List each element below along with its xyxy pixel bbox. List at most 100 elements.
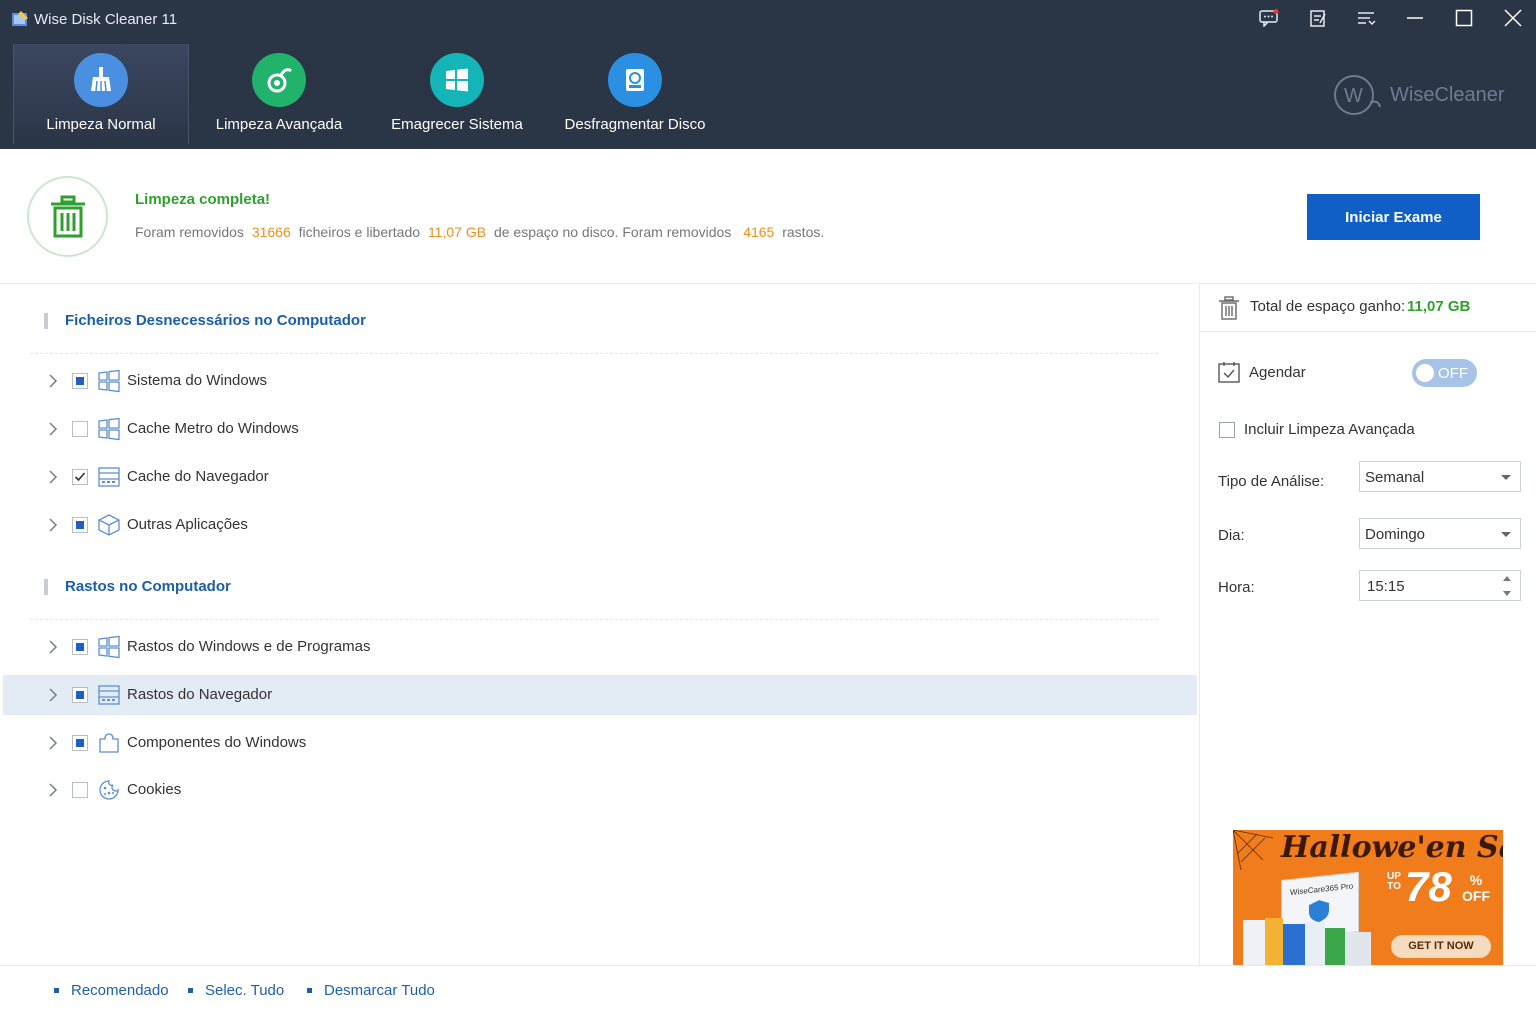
item-label: Cache Metro do Windows — [127, 420, 299, 437]
toggle-state: OFF — [1438, 365, 1468, 382]
windows-icon — [98, 369, 120, 393]
browser-icon — [98, 685, 120, 705]
feedback-button[interactable] — [1251, 5, 1287, 31]
chevron-right-icon[interactable] — [46, 422, 60, 436]
promo-off: % OFF — [1462, 872, 1490, 904]
brand-logo: W WiseCleaner — [1332, 73, 1504, 117]
item-checkbox[interactable] — [72, 735, 88, 751]
checkmark-icon — [74, 472, 86, 482]
item-label: Cache do Navegador — [127, 468, 269, 485]
toggle-knob — [1416, 364, 1434, 382]
dropdown-arrow-icon — [1501, 475, 1511, 480]
options-panel: Total de espaço ganho: 11,07 GB Agendar … — [1199, 285, 1536, 965]
app-icon — [12, 11, 28, 26]
total-space-gained: Total de espaço ganho: 11,07 GB — [1200, 285, 1536, 332]
box-icon — [98, 514, 120, 536]
menu-button[interactable] — [1348, 5, 1384, 31]
trash-icon — [50, 195, 85, 237]
tab-limpeza-normal[interactable]: Limpeza Normal — [13, 44, 189, 144]
summary-text: rastos. — [782, 224, 825, 240]
item-checkbox[interactable] — [72, 469, 88, 485]
select-value: Domingo — [1365, 526, 1426, 543]
files-count: 31666 — [251, 224, 291, 240]
product-name: WiseCare365 Pro — [1290, 881, 1354, 898]
bullet-icon — [307, 988, 312, 993]
list-item[interactable]: Sistema do Windows — [3, 361, 1197, 401]
day-select[interactable]: Domingo — [1359, 518, 1521, 549]
wisecleaner-logo-icon: W — [1334, 75, 1381, 115]
vacuum-icon — [252, 53, 306, 107]
list-item[interactable]: Outras Aplicações — [3, 505, 1197, 545]
item-label: Sistema do Windows — [127, 372, 268, 389]
item-label: Cookies — [127, 781, 182, 798]
item-label: Componentes do Windows — [127, 734, 307, 751]
bullet-icon — [54, 988, 59, 993]
spin-down-icon[interactable] — [1503, 591, 1511, 596]
get-it-now-button[interactable]: GET IT NOW — [1391, 935, 1491, 958]
chevron-right-icon[interactable] — [46, 374, 60, 388]
tab-label: Desfragmentar Disco — [564, 116, 706, 133]
list-item[interactable]: Cookies — [3, 770, 1197, 810]
list-item[interactable]: Rastos do Navegador — [3, 675, 1197, 715]
hour-stepper[interactable]: 15:15 — [1359, 570, 1521, 601]
puzzle-icon — [99, 733, 119, 753]
chevron-right-icon[interactable] — [46, 640, 60, 654]
deselect-all-link[interactable]: Desmarcar Tudo — [307, 982, 435, 999]
item-checkbox[interactable] — [72, 421, 88, 437]
chevron-right-icon[interactable] — [46, 783, 60, 797]
promo-upto: UP TO — [1387, 871, 1401, 892]
schedule-toggle[interactable]: OFF — [1412, 359, 1477, 387]
link-label: Selec. Tudo — [205, 982, 285, 999]
list-item[interactable]: Cache Metro do Windows — [3, 409, 1197, 449]
brand-name: WiseCleaner — [1390, 83, 1505, 106]
divider — [30, 353, 1158, 354]
chevron-right-icon[interactable] — [46, 518, 60, 532]
status-panel: Limpeza completa! Foram removidos 31666 … — [0, 149, 1536, 284]
tab-desfragmentar-disco[interactable]: Desfragmentar Disco — [547, 44, 723, 144]
tab-emagrecer-sistema[interactable]: Emagrecer Sistema — [369, 44, 545, 144]
chevron-right-icon[interactable] — [46, 688, 60, 702]
item-checkbox[interactable] — [72, 782, 88, 798]
section-header: Ficheiros Desnecessários no Computador — [44, 312, 366, 329]
item-checkbox[interactable] — [72, 373, 88, 389]
section-header: Rastos no Computador — [44, 578, 231, 595]
bottom-bar: Recomendado Selec. Tudo Desmarcar Tudo — [0, 965, 1536, 1016]
analysis-type-select[interactable]: Semanal — [1359, 461, 1521, 492]
cookie-icon — [99, 780, 119, 800]
list-item[interactable]: Cache do Navegador — [3, 457, 1197, 497]
select-value: Semanal — [1365, 469, 1425, 486]
windows-icon — [98, 635, 120, 659]
select-all-link[interactable]: Selec. Tudo — [188, 982, 284, 999]
summary-text: de espaço no disco. Foram removidos — [493, 224, 732, 240]
app-title: Wise Disk Cleaner 11 — [34, 11, 178, 28]
promo-banner[interactable]: Hallowe'en Sale WiseCare365 Pro UP TO 78… — [1233, 830, 1503, 965]
spider-web-icon — [1233, 830, 1273, 870]
close-button[interactable] — [1495, 5, 1531, 31]
chevron-right-icon[interactable] — [46, 470, 60, 484]
windows-icon — [430, 53, 484, 107]
summary-text: Foram removidos — [135, 224, 244, 240]
hour-label: Hora: — [1218, 579, 1255, 596]
spin-up-icon[interactable] — [1503, 576, 1511, 581]
tab-limpeza-avancada[interactable]: Limpeza Avançada — [191, 44, 367, 144]
broom-icon — [74, 53, 128, 107]
log-button[interactable] — [1300, 5, 1336, 31]
status-badge — [27, 176, 108, 257]
chevron-right-icon[interactable] — [46, 736, 60, 750]
browser-icon — [98, 467, 120, 487]
start-scan-button[interactable]: Iniciar Exame — [1307, 194, 1480, 240]
hour-value: 15:15 — [1367, 578, 1405, 595]
include-advanced-checkbox[interactable] — [1219, 422, 1235, 438]
recommended-link[interactable]: Recomendado — [54, 982, 169, 999]
item-checkbox[interactable] — [72, 687, 88, 703]
traces-count: 4165 — [743, 224, 775, 240]
item-checkbox[interactable] — [72, 517, 88, 533]
chat-icon — [1259, 9, 1279, 27]
schedule-label: Agendar — [1249, 364, 1306, 381]
list-item[interactable]: Componentes do Windows — [3, 723, 1197, 763]
promo-percent: 78 — [1405, 863, 1452, 910]
minimize-button[interactable] — [1397, 5, 1433, 31]
list-item[interactable]: Rastos do Windows e de Programas — [3, 627, 1197, 667]
item-checkbox[interactable] — [72, 639, 88, 655]
maximize-button[interactable] — [1446, 5, 1482, 31]
